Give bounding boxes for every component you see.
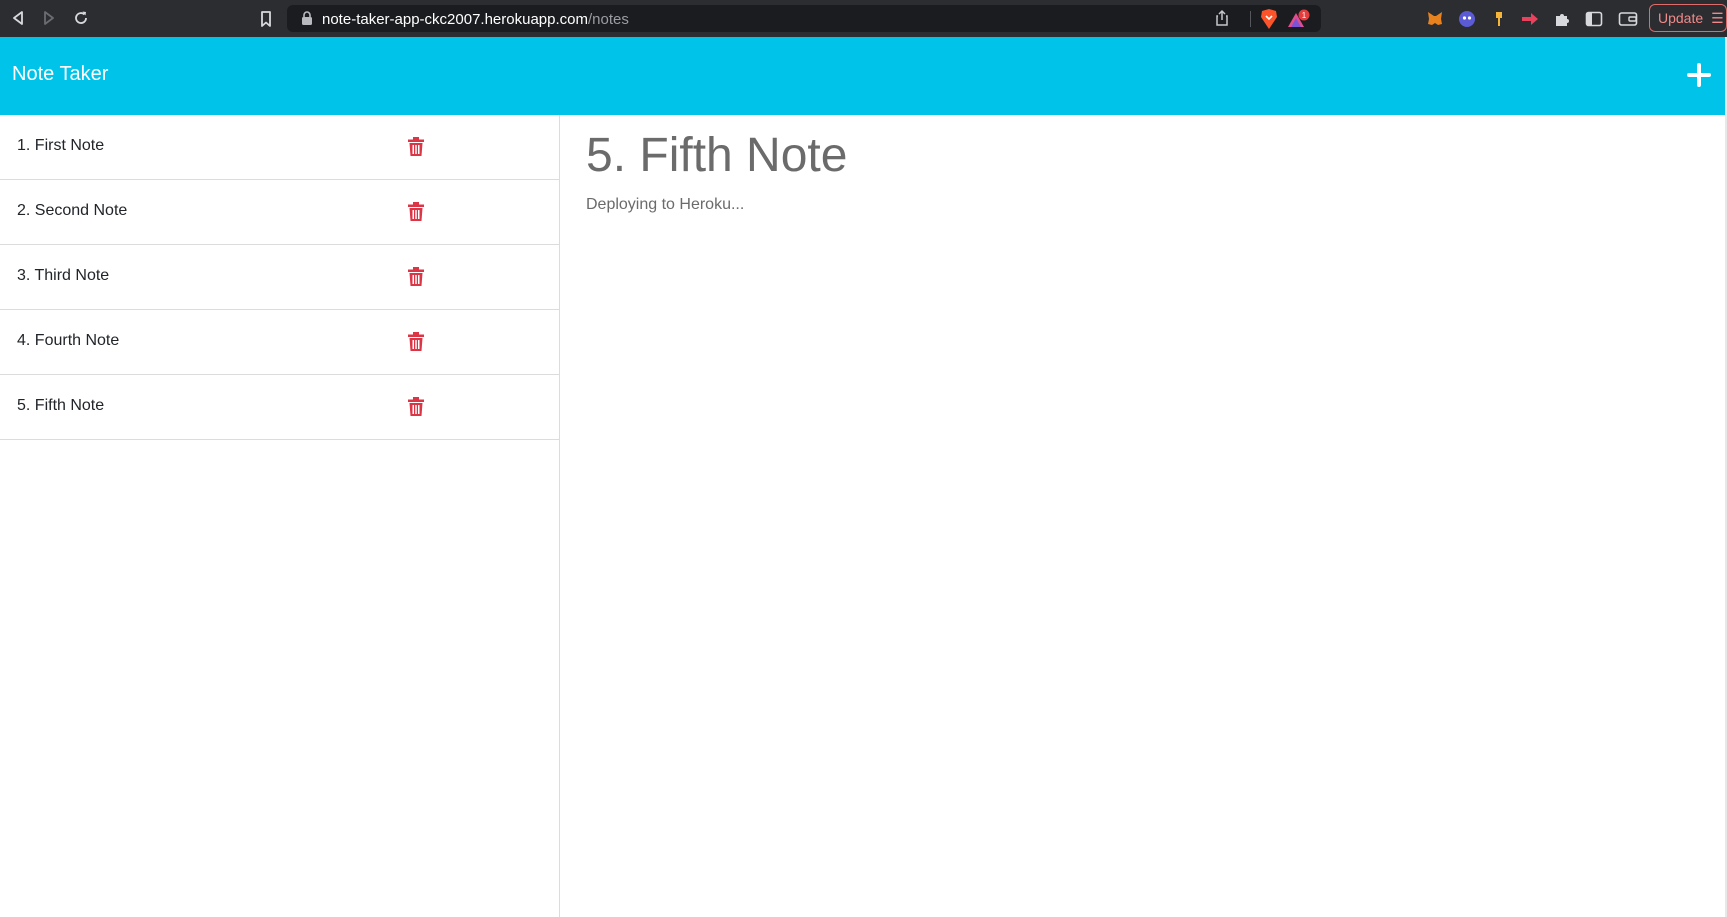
wallet-icon[interactable]	[1617, 8, 1639, 30]
list-item[interactable]: 3. Third Note	[0, 245, 559, 310]
update-label: Update	[1658, 10, 1704, 26]
note-item-title[interactable]: 3. Third Note	[17, 267, 109, 285]
sidebar-toggle-icon[interactable]	[1583, 8, 1605, 30]
trash-icon[interactable]	[408, 332, 424, 352]
notes-list: 1. First Note 2. Second Note 3. Third No…	[0, 115, 560, 917]
new-note-button[interactable]	[1685, 61, 1713, 89]
address-bar[interactable]: note-taker-app-ckc2007.herokuapp.com/not…	[287, 5, 1321, 32]
note-item-title[interactable]: 5. Fifth Note	[17, 397, 104, 415]
list-item[interactable]: 1. First Note	[0, 115, 559, 180]
trash-icon[interactable]	[408, 397, 424, 417]
list-item[interactable]: 4. Fourth Note	[0, 310, 559, 375]
app-navbar: Note Taker	[0, 37, 1725, 115]
rewards-badge: 1	[1302, 11, 1307, 20]
bookmark-icon[interactable]	[256, 9, 276, 29]
browser-toolbar: note-taker-app-ckc2007.herokuapp.com/not…	[0, 0, 1727, 37]
lock-icon	[301, 11, 313, 30]
back-icon[interactable]	[8, 8, 28, 28]
forward-icon[interactable]	[39, 8, 59, 28]
list-item[interactable]: 2. Second Note	[0, 180, 559, 245]
plus-icon	[1687, 63, 1711, 87]
url-host: note-taker-app-ckc2007.herokuapp.com	[322, 11, 588, 28]
note-editor: 5. Fifth Note Deploying to Heroku...	[561, 115, 1725, 917]
note-item-title[interactable]: 4. Fourth Note	[17, 332, 119, 350]
trash-icon[interactable]	[408, 267, 424, 287]
url-separator	[1250, 11, 1251, 27]
note-item-title[interactable]: 2. Second Note	[17, 202, 127, 220]
note-text-area[interactable]: Deploying to Heroku...	[586, 196, 744, 214]
note-item-title[interactable]: 1. First Note	[17, 137, 104, 155]
brave-rewards-icon[interactable]: 1	[1285, 8, 1311, 35]
reload-icon[interactable]	[71, 8, 91, 28]
url-text: note-taker-app-ckc2007.herokuapp.com/not…	[322, 11, 629, 28]
metamask-icon[interactable]	[1424, 8, 1446, 30]
trash-icon[interactable]	[408, 137, 424, 157]
extension-key-icon[interactable]	[1488, 8, 1510, 30]
extension-arrow-icon[interactable]	[1519, 8, 1541, 30]
app-title[interactable]: Note Taker	[12, 63, 108, 86]
share-icon[interactable]	[1213, 9, 1231, 32]
brave-shields-icon[interactable]	[1259, 8, 1279, 35]
update-button[interactable]: Update ☰	[1649, 4, 1727, 32]
url-path: /notes	[588, 11, 629, 28]
list-item[interactable]: 5. Fifth Note	[0, 375, 559, 440]
extensions-puzzle-icon[interactable]	[1551, 8, 1573, 30]
extension-face-icon[interactable]	[1456, 8, 1478, 30]
hamburger-menu-icon[interactable]: ☰	[1711, 11, 1724, 25]
note-title-input[interactable]: 5. Fifth Note	[586, 128, 847, 183]
trash-icon[interactable]	[408, 202, 424, 222]
